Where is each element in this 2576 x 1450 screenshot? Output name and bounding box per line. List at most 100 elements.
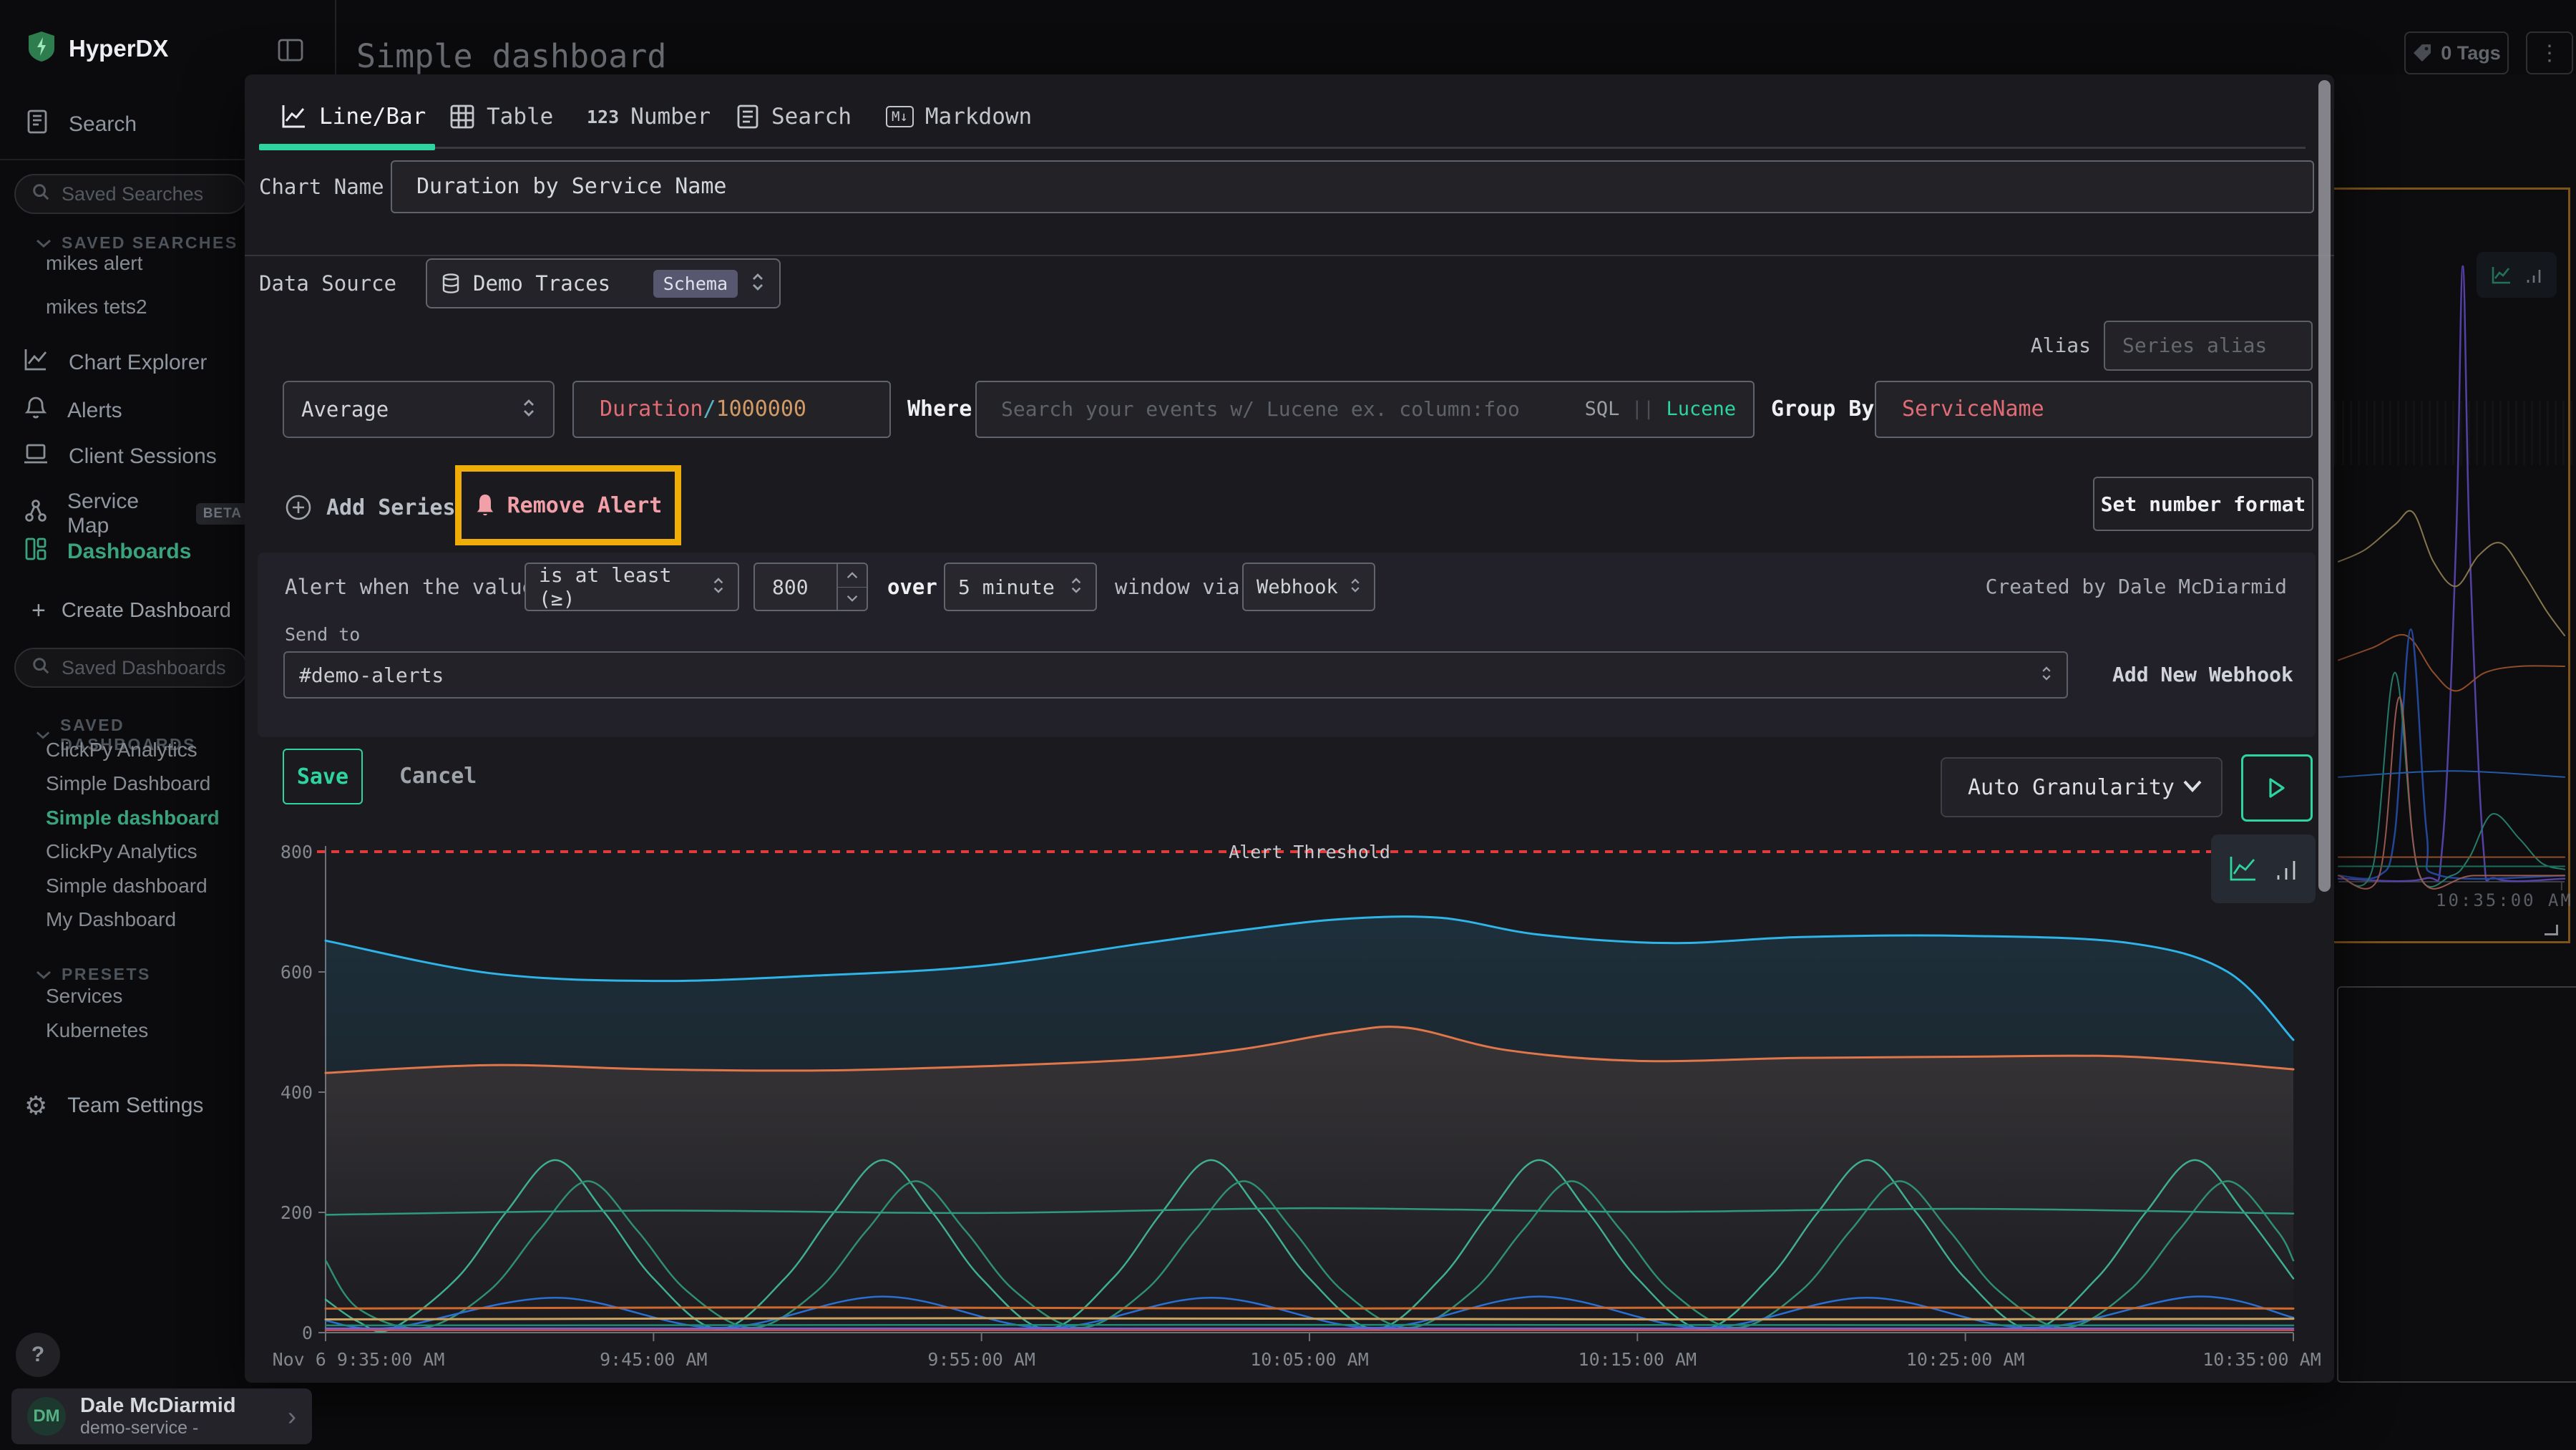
alert-config-panel: Alert when the value is at least (≥) 800… [258,553,2316,737]
resize-handle-icon[interactable] [2545,925,2558,935]
user-card[interactable]: DM Dale McDiarmid demo-service - › [11,1388,312,1444]
sidebar-item-alerts[interactable]: Alerts [24,395,122,427]
tab-number[interactable]: 123 Number [587,96,711,137]
lucene-toggle[interactable]: Lucene [1666,398,1736,420]
field-token: 1000000 [716,396,806,422]
chevron-down-icon [36,970,52,979]
select-chevrons-icon [751,271,765,296]
chart-type-toggle[interactable] [2211,835,2316,903]
data-source-label: Data Source [259,258,396,308]
sidebar-divider [0,159,249,160]
saved-search-item[interactable]: mikes tets2 [46,296,147,318]
where-label: Where [907,381,972,438]
send-to-select[interactable]: #demo-alerts [283,651,2068,699]
dashboard-list-item[interactable]: My Dashboard [46,908,176,931]
tab-table[interactable]: Table [449,96,553,137]
dashboards-icon [24,537,47,567]
number-stepper[interactable] [836,564,867,610]
alert-condition-select[interactable]: is at least (≥) [525,563,739,611]
kebab-icon: ⋮ [2539,41,2560,66]
presets-header[interactable]: PRESETS [36,965,151,984]
alias-input[interactable]: Series alias [2104,321,2313,371]
set-number-format-button[interactable]: Set number format [2093,477,2313,531]
tags-button[interactable]: 0 Tags [2404,31,2509,74]
granularity-select[interactable]: Auto Granularity [1941,757,2223,817]
select-chevrons-icon [2041,664,2052,686]
brand[interactable]: HyperDX [29,31,168,65]
saved-searches-input[interactable]: Saved Searches [14,174,248,214]
kebab-menu-button[interactable]: ⋮ [2526,31,2573,74]
magnifier-icon [31,183,50,206]
next-panel-border [2337,986,2576,1383]
chart-icon [23,348,49,378]
sidebar-item-team-settings[interactable]: ⚙ Team Settings [24,1091,203,1121]
help-button[interactable]: ? [16,1333,60,1377]
hyperdx-logo-icon [29,31,54,65]
run-chart-button[interactable] [2241,754,2313,822]
avatar: DM [27,1397,66,1436]
topbar-divider [335,0,336,74]
alert-channel-select[interactable]: Webhook [1242,563,1375,611]
chart-name-input[interactable]: Duration by Service Name [391,160,2314,213]
remove-alert-button[interactable]: Remove Alert [462,472,675,539]
chevron-right-icon: › [288,1401,296,1431]
number-123-icon: 123 [587,107,619,127]
preset-item[interactable]: Services [46,985,122,1008]
svg-text:0: 0 [302,1323,313,1343]
modal-scrollbar[interactable] [2318,80,2331,892]
dashboard-list-item[interactable]: ClickPy Analytics [46,739,197,762]
alert-window-select[interactable]: 5 minute [944,563,1097,611]
chart-name-label: Chart Name [259,160,384,213]
where-input[interactable]: Search your events w/ Lucene ex. column:… [975,381,1755,438]
data-source-select[interactable]: Demo Traces Schema [426,258,781,308]
tab-search[interactable]: Search [736,96,852,137]
saved-searches-header[interactable]: SAVED SEARCHES [36,233,238,253]
dashboard-list-item[interactable]: Simple dashboard [46,875,208,897]
bell-icon [474,493,496,517]
select-chevrons-icon [1350,576,1361,598]
created-by-label: Created by Dale McDiarmid [1986,563,2287,611]
send-to-label: Send to [285,624,360,645]
sql-toggle[interactable]: SQL [1585,398,1620,420]
sidebar-toggle-button[interactable] [276,36,305,67]
tab-markdown[interactable]: M↓ Markdown [886,96,1032,137]
group-by-input[interactable]: ServiceName [1875,381,2313,438]
dashboard-list-item[interactable]: ClickPy Analytics [46,840,197,863]
aggregation-select[interactable]: Average [283,381,555,438]
sidebar-item-client-sessions[interactable]: Client Sessions [23,442,217,471]
tab-line-bar[interactable]: Line/Bar [280,96,426,137]
page-title: Simple dashboard [356,37,666,75]
sidebar-item-search[interactable]: Search [26,109,137,140]
svg-text:Nov 6 9:35:00 AM: Nov 6 9:35:00 AM [273,1349,445,1370]
sidebar-item-chart-explorer[interactable]: Chart Explorer [23,348,207,378]
add-series-button[interactable]: Add Series [285,494,456,521]
app-root: HyperDX Search Saved Searches SAVED SEAR… [0,0,2576,1450]
sidebar-item-service-map[interactable]: Service Map BETA [24,490,249,538]
alias-placeholder: Series alias [2105,322,2311,369]
sidebar-item-dashboards[interactable]: Dashboards [24,537,191,567]
svg-text:10:25:00 AM: 10:25:00 AM [1906,1349,2025,1370]
save-button[interactable]: Save [283,749,363,804]
svg-text:10:05:00 AM: 10:05:00 AM [1250,1349,1369,1370]
field-input[interactable]: Duration/1000000 [572,381,891,438]
alert-prefix-label: Alert when the value [285,563,535,611]
chevron-down-icon [2182,779,2202,795]
preview-chart: 8006004002000Nov 6 9:35:00 AM9:45:00 AM9… [245,830,2334,1383]
database-icon [441,273,460,294]
bell-icon [24,395,47,427]
dashboard-list-item-active[interactable]: Simple dashboard [46,807,220,829]
preset-item[interactable]: Kubernetes [46,1019,148,1042]
svg-text:800: 800 [280,842,313,862]
cancel-button[interactable]: Cancel [399,749,477,804]
create-dashboard-button[interactable]: + Create Dashboard [31,597,231,625]
svg-text:10:35:00 AM: 10:35:00 AM [2202,1349,2321,1370]
alert-threshold-input[interactable]: 800 [753,563,868,611]
line-chart-icon [280,104,308,130]
svg-text:400: 400 [280,1082,313,1103]
dashboard-list-item[interactable]: Simple Dashboard [46,772,210,795]
add-new-webhook-button[interactable]: Add New Webhook [2112,651,2293,699]
saved-dashboards-input[interactable]: Saved Dashboards [14,648,248,688]
saved-search-item[interactable]: mikes alert [46,252,142,275]
svg-text:Alert Threshold: Alert Threshold [1229,842,1390,862]
panel-toggle-icon [276,36,305,64]
